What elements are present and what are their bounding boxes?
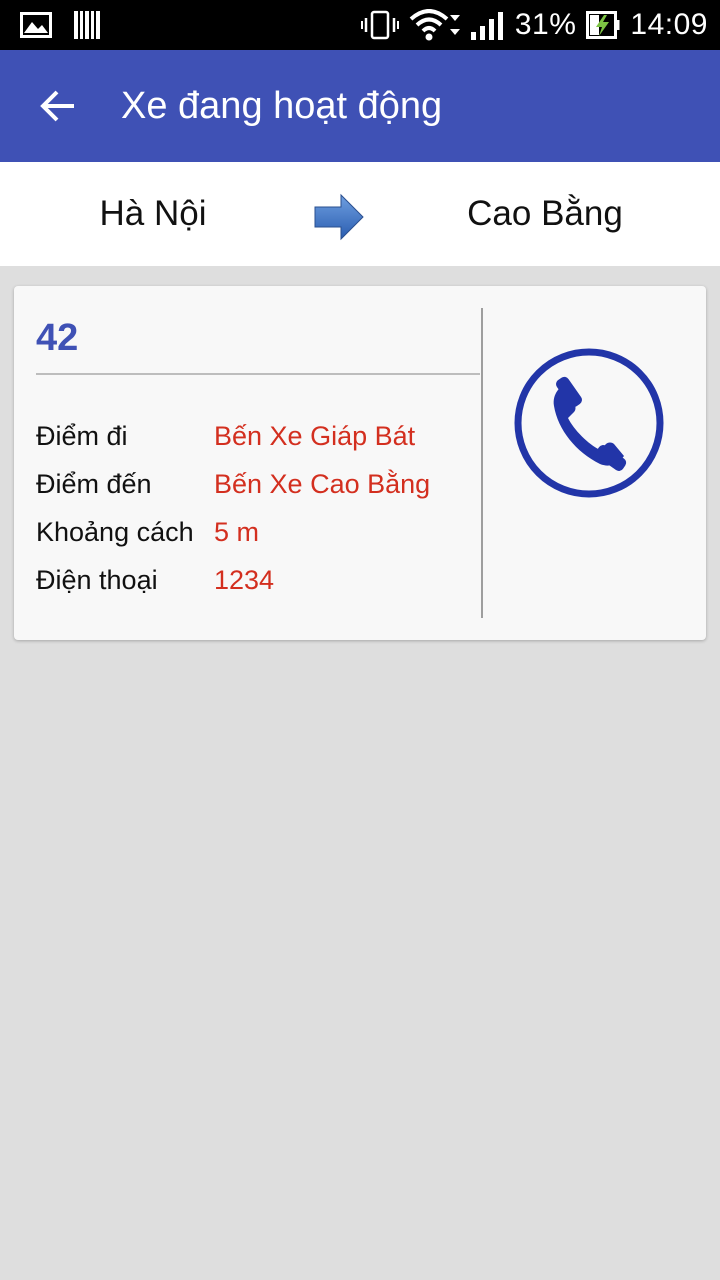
card-divider <box>36 373 480 375</box>
detail-label: Khoảng cách <box>36 517 194 547</box>
app-bar: Xe đang hoạt động <box>0 50 720 162</box>
route-origin: Hà Nội <box>99 194 207 233</box>
route-destination: Cao Bằng <box>467 194 623 233</box>
battery-charging-icon <box>586 11 620 39</box>
vehicle-card[interactable]: 42 Điểm đi Bến Xe Giáp Bát Điểm đến Bến … <box>14 286 706 640</box>
card-vertical-divider <box>481 308 483 618</box>
detail-row-distance: Khoảng cách 5 m <box>36 512 476 552</box>
detail-row-arrival: Điểm đến Bến Xe Cao Bằng <box>36 464 476 504</box>
vibrate-icon <box>360 10 399 40</box>
gallery-notification-icon <box>20 12 52 38</box>
page-title: Xe đang hoạt động <box>121 85 443 127</box>
detail-value: Bến Xe Giáp Bát <box>214 421 416 451</box>
vehicle-id: 42 <box>36 317 79 359</box>
signal-icon <box>470 10 505 40</box>
battery-percent: 31% <box>514 8 577 41</box>
arrow-right-icon <box>313 191 365 248</box>
detail-label: Điện thoại <box>36 565 158 595</box>
detail-value: Bến Xe Cao Bằng <box>214 469 431 499</box>
phone-icon <box>514 348 664 498</box>
detail-row-phone: Điện thoại 1234 <box>36 560 476 600</box>
call-button[interactable] <box>512 346 666 500</box>
barcode-notification-icon <box>74 11 100 39</box>
detail-row-departure: Điểm đi Bến Xe Giáp Bát <box>36 416 476 456</box>
back-button[interactable] <box>30 78 86 134</box>
detail-value: 1234 <box>214 565 275 595</box>
wifi-icon <box>409 9 461 41</box>
status-bar: 31% 14:09 <box>0 0 720 50</box>
detail-label: Điểm đi <box>36 421 128 451</box>
clock: 14:09 <box>630 8 708 41</box>
detail-label: Điểm đến <box>36 469 152 499</box>
detail-value: 5 m <box>214 517 260 547</box>
arrow-left-icon <box>40 90 74 122</box>
